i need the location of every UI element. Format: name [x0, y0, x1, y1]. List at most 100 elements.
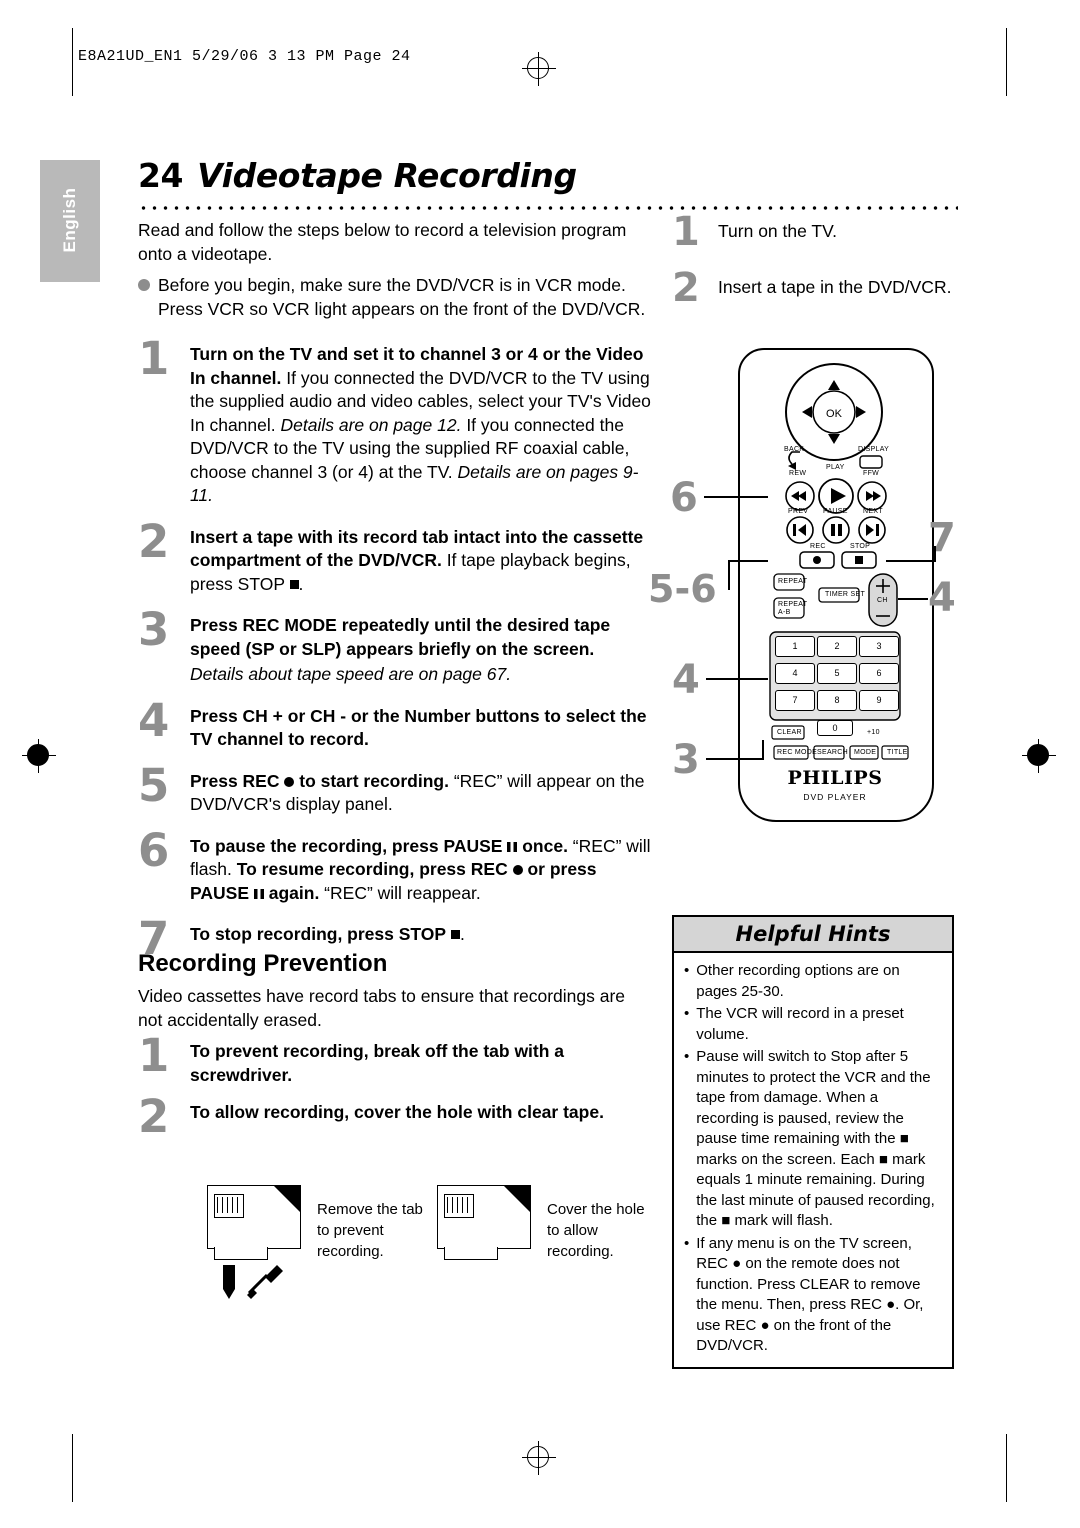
num-key-2[interactable]: 2: [817, 636, 857, 657]
cassette-reel-lines-1: [217, 1197, 239, 1213]
callout-56-leader-v: [728, 560, 730, 590]
callout-4r-leader: [898, 598, 928, 600]
step-6-text2: “REC” will reappear.: [319, 882, 481, 903]
label-display: DISPLAY: [858, 446, 890, 453]
page-title: 24 Videotape Recording: [138, 156, 968, 195]
hint-bullet-1: •: [684, 962, 690, 979]
label-next: NEXT: [863, 508, 883, 515]
step-4-bold: Press CH + or CH - or the Number buttons…: [190, 705, 647, 750]
prevention-step-1-number: 1: [138, 1029, 170, 1082]
step-5-number: 5: [138, 758, 170, 812]
step-5-bold: Press REC: [190, 770, 280, 791]
num-key-9[interactable]: 9: [859, 690, 899, 711]
label-rec-mode: REC MODE: [777, 749, 818, 756]
registration-mark-left: [22, 739, 56, 773]
callout-7: 7: [928, 515, 956, 561]
num-key-0[interactable]: 0: [817, 720, 853, 736]
label-pause: PAUSE: [823, 508, 848, 515]
screwdriver-icon: [223, 1265, 283, 1299]
hint-text-2: The VCR will record in a preset volume.: [696, 1005, 904, 1043]
page-number: 24: [138, 156, 184, 195]
philips-logo: PHILIPS: [787, 767, 883, 789]
step-3-italic: Details about tape speed are on page 67.: [190, 664, 512, 684]
label-play: PLAY: [826, 464, 845, 471]
callout-7-leader-v: [934, 546, 936, 562]
step-6-bold: To pause the recording, press PAUSE: [190, 835, 503, 856]
cassette-figure-2: [437, 1185, 531, 1260]
callout-56-leader-h: [728, 560, 768, 562]
prevention-step-2-text: To allow recording, cover the hole with …: [190, 1102, 604, 1122]
remote-illustration: OK BACK DISPLAY REW PLAY FFW PREV PAUSE …: [648, 330, 990, 850]
language-tab: English: [40, 160, 100, 282]
cassette-tab-notch-2: [504, 1186, 530, 1212]
callout-4l-leader-h: [706, 678, 768, 680]
prevention-heading: Recording Prevention: [138, 950, 388, 977]
label-stop: STOP: [850, 543, 871, 550]
figure-2-caption: Cover the hole to allow recording.: [547, 1201, 645, 1260]
stop-square-icon: [289, 579, 299, 589]
left-column: Read and follow the steps below to recor…: [138, 218, 658, 961]
hint-item-2: • The VCR will record in a preset volume…: [684, 1004, 942, 1045]
label-title: TITLE: [887, 749, 908, 756]
callout-3-leader-v: [762, 740, 764, 760]
step-1: 1 Turn on the TV and set it to channel 3…: [138, 336, 658, 508]
rec-dot-icon: [284, 776, 295, 787]
num-key-6[interactable]: 6: [859, 663, 899, 684]
step-4: 4 Press CH + or CH - or the Number butto…: [138, 698, 658, 752]
right-column: 1 Turn on the TV. 2 Insert a tape in the…: [672, 212, 968, 310]
figure-1-caption: Remove the tab to prevent recording.: [317, 1201, 423, 1260]
hint-item-1: • Other recording options are on pages 2…: [684, 961, 942, 1002]
callout-3-leader-h: [706, 758, 764, 760]
step-6: 6 To pause the recording, press PAUSE on…: [138, 828, 658, 906]
crop-mark-bottom-right: [1006, 1434, 1007, 1502]
right-step-2: 2 Insert a tape in the DVD/VCR.: [672, 268, 968, 310]
hint-bullet-3: •: [684, 1048, 690, 1065]
cassette-reel-lines-2: [447, 1197, 469, 1213]
step-6-number: 6: [138, 823, 170, 877]
registration-mark-right: [1022, 739, 1056, 773]
cassette-base-1: [214, 1247, 268, 1260]
cassette-figure-1: [207, 1185, 301, 1260]
label-search: SEARCH: [817, 749, 848, 756]
hint-item-3: • Pause will switch to Stop after 5 minu…: [684, 1047, 942, 1232]
label-rew: REW: [789, 470, 807, 477]
num-key-4[interactable]: 4: [775, 663, 815, 684]
stop-square-icon-2: [450, 930, 460, 939]
step-2: 2 Insert a tape with its record tab inta…: [138, 514, 644, 594]
num-key-8[interactable]: 8: [817, 690, 857, 711]
label-mode: MODE: [854, 749, 877, 756]
label-clear: CLEAR: [777, 729, 802, 736]
label-back: BACK: [784, 446, 805, 453]
step-1-italic: Details are on page 12.: [280, 414, 462, 435]
title-divider: [138, 204, 958, 212]
right-step-2-text: Insert a tape in the DVD/VCR.: [718, 277, 952, 297]
num-key-5[interactable]: 5: [817, 663, 857, 684]
step-5: 5 Press REC to start recording. “REC” wi…: [138, 763, 658, 817]
step-4-number: 4: [138, 693, 170, 747]
num-key-7[interactable]: 7: [775, 690, 815, 711]
cassette-figures: Remove the tab to prevent recording. Cov…: [195, 1175, 645, 1305]
hint-item-4: • If any menu is on the TV screen, REC ●…: [684, 1234, 942, 1357]
step-6-bold5: again.: [263, 882, 320, 903]
prevention-step-1: 1 To prevent recording, break off the ta…: [138, 1033, 648, 1087]
callout-6-leader: [704, 496, 768, 498]
num-key-1[interactable]: 1: [775, 636, 815, 657]
prevention-steps: 1 To prevent recording, break off the ta…: [138, 1033, 648, 1139]
num-key-3[interactable]: 3: [859, 636, 899, 657]
callout-4-left: 4: [672, 657, 700, 703]
step-3-number: 3: [138, 603, 170, 656]
right-step-1-number: 1: [672, 209, 700, 255]
label-ch: CH: [877, 597, 888, 604]
page-title-text: Videotape Recording: [197, 156, 577, 195]
right-step-1-text: Turn on the TV.: [718, 221, 838, 241]
pause-bars-icon: [507, 841, 518, 852]
crop-mark-top-right: [1006, 28, 1007, 96]
step-7-bold: To stop recording, press STOP: [190, 924, 447, 944]
label-timer-set: TIMER SET: [825, 591, 866, 598]
step-3-bold: Press REC MODE repeatedly until the desi…: [190, 615, 611, 659]
crop-mark-bottom-left: [72, 1434, 73, 1502]
prevention-step-2: 2 To allow recording, cover the hole wit…: [138, 1094, 648, 1139]
page: E8A21UD_EN1 5/29/06 3 13 PM Page 24 Engl…: [0, 0, 1080, 1528]
file-slug: E8A21UD_EN1 5/29/06 3 13 PM Page 24: [78, 48, 411, 65]
registration-mark-top: [522, 52, 556, 86]
